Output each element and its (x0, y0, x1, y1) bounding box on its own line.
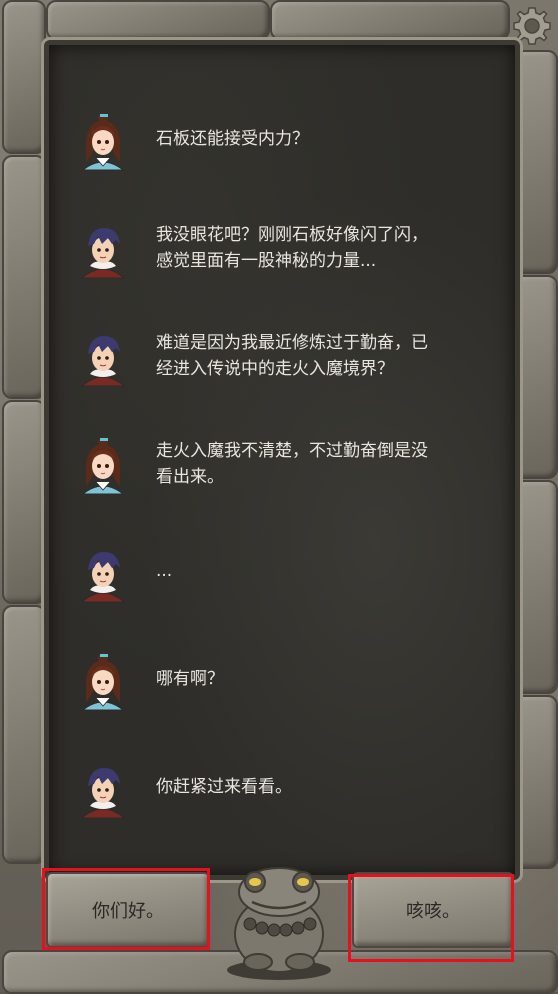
dialogue-line: 哪有啊？ (78, 652, 498, 718)
dialogue-line: 石板还能接受内力？ (78, 112, 498, 178)
boy-avatar-icon (78, 544, 128, 604)
stone-block (270, 0, 510, 40)
dialogue-text: 走火入魔我不清楚，不过勤奋倒是没 看出来。 (156, 441, 428, 487)
dialogue-text: 你赶紧过来看看。 (156, 777, 292, 797)
boy-avatar-icon (78, 328, 128, 388)
stone-block (46, 0, 270, 40)
girl-avatar-icon (78, 652, 128, 712)
stone-block (2, 400, 46, 604)
dialogue-text: 难道是因为我最近修炼过于勤奋，已 经进入传说中的走火入魔境界？ (156, 333, 428, 379)
choice-right-label: 咳咳。 (406, 901, 460, 922)
stone-block (2, 605, 46, 864)
dialogue-text: 我没眼花吧？刚刚石板好像闪了闪， 感觉里面有一股神秘的力量... (156, 225, 428, 271)
stone-block (514, 275, 558, 479)
girl-avatar-icon (78, 436, 128, 496)
dialogue-line: 走火入魔我不清楚，不过勤奋倒是没 看出来。 (78, 436, 498, 502)
girl-avatar-icon (78, 112, 128, 172)
toad-statue-icon (222, 862, 336, 982)
dialogue-line: 你赶紧过来看看。 (78, 760, 498, 826)
choice-left-button[interactable]: 你们好。 (46, 872, 210, 948)
dialogue-line: ... (78, 544, 498, 610)
boy-avatar-icon (78, 220, 128, 280)
dialogue-text: 石板还能接受内力？ (156, 129, 309, 149)
stone-block (2, 155, 46, 399)
choice-left-label: 你们好。 (92, 901, 164, 922)
choice-right-button[interactable]: 咳咳。 (352, 872, 514, 948)
stone-block (2, 0, 46, 154)
dialogue-line: 难道是因为我最近修炼过于勤奋，已 经进入传说中的走火入魔境界？ (78, 328, 498, 394)
boy-avatar-icon (78, 760, 128, 820)
dialogue-text: 哪有啊？ (156, 669, 224, 689)
dialogue-line: 我没眼花吧？刚刚石板好像闪了闪， 感觉里面有一股神秘的力量... (78, 220, 498, 286)
stone-block (514, 50, 558, 274)
stone-block (514, 480, 558, 694)
stone-block (514, 695, 558, 869)
dialogue-text: ... (156, 561, 173, 581)
